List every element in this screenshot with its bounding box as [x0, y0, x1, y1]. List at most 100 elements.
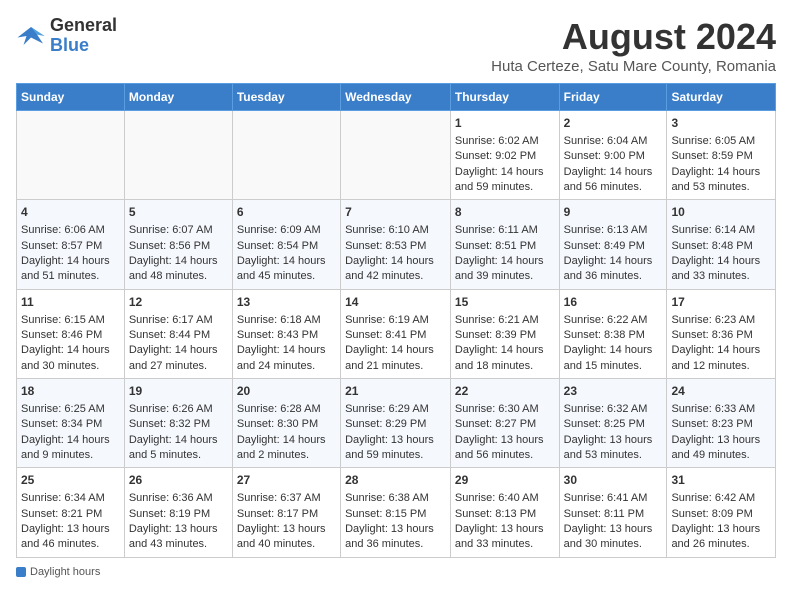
- calendar-cell: 13Sunrise: 6:18 AMSunset: 8:43 PMDayligh…: [232, 289, 340, 378]
- calendar-cell: 20Sunrise: 6:28 AMSunset: 8:30 PMDayligh…: [232, 379, 340, 468]
- day-info: Sunset: 8:57 PM: [21, 239, 120, 254]
- day-info: Sunrise: 6:21 AM: [455, 313, 555, 328]
- day-info: Sunset: 8:21 PM: [21, 507, 120, 522]
- calendar-cell: 8 Sunrise: 6:11 AMSunset: 8:51 PMDaylight…: [450, 200, 559, 289]
- day-number: 23: [564, 383, 663, 400]
- day-info: Sunrise: 6:09 AM: [237, 223, 336, 238]
- calendar-cell: 31Sunrise: 6:42 AMSunset: 8:09 PMDayligh…: [667, 468, 776, 557]
- day-number: 3: [671, 115, 771, 132]
- day-number: 27: [237, 472, 336, 489]
- calendar-body: 1 Sunrise: 6:02 AMSunset: 9:02 PM Daylight…: [17, 111, 776, 558]
- day-number: 4: [21, 204, 120, 221]
- calendar-cell: [17, 111, 125, 200]
- calendar-cell: 11Sunrise: 6:15 AMSunset: 8:46 PMDayligh…: [17, 289, 125, 378]
- calendar-cell: 4 Sunrise: 6:06 AMSunset: 8:57 PMDaylight…: [17, 200, 125, 289]
- day-info: Sunset: 8:27 PM: [455, 417, 555, 432]
- day-info: Sunrise: 6:02 AM: [455, 134, 555, 149]
- day-number: 6: [237, 204, 336, 221]
- page-header: General Blue August 2024 Huta Certeze, S…: [16, 16, 776, 75]
- day-info: Sunrise: 6:33 AM: [671, 402, 771, 417]
- footer-label: Daylight hours: [30, 566, 100, 578]
- day-info: Sunset: 8:48 PM: [671, 239, 771, 254]
- day-info: Sunrise: 6:40 AM: [455, 491, 555, 506]
- day-info: Daylight: 13 hours and 26 minutes.: [671, 522, 771, 553]
- day-info: Sunrise: 6:26 AM: [129, 402, 228, 417]
- day-info: Sunrise: 6:18 AM: [237, 313, 336, 328]
- day-info: Sunrise: 6:17 AM: [129, 313, 228, 328]
- calendar-cell: 26Sunrise: 6:36 AMSunset: 8:19 PMDayligh…: [124, 468, 232, 557]
- day-info: Daylight: 13 hours and 56 minutes.: [455, 433, 555, 464]
- calendar-cell: [232, 111, 340, 200]
- day-info: Sunrise: 6:04 AM: [564, 134, 663, 149]
- day-number: 9: [564, 204, 663, 221]
- day-info: Daylight: 14 hours and 51 minutes.: [21, 254, 120, 285]
- day-info: Sunset: 8:29 PM: [345, 417, 446, 432]
- day-info: Sunset: 8:17 PM: [237, 507, 336, 522]
- calendar-cell: 17Sunrise: 6:23 AMSunset: 8:36 PMDayligh…: [667, 289, 776, 378]
- day-info: Sunrise: 6:23 AM: [671, 313, 771, 328]
- day-info: Sunrise: 6:36 AM: [129, 491, 228, 506]
- day-info: Sunrise: 6:06 AM: [21, 223, 120, 238]
- day-number: 7: [345, 204, 446, 221]
- day-info: Sunset: 8:30 PM: [237, 417, 336, 432]
- day-info: Sunset: 8:51 PM: [455, 239, 555, 254]
- day-info: Daylight: 14 hours and 9 minutes.: [21, 433, 120, 464]
- day-number: 24: [671, 383, 771, 400]
- day-number: 12: [129, 294, 228, 311]
- day-number: 25: [21, 472, 120, 489]
- day-info: Sunset: 9:02 PM: [455, 149, 555, 164]
- day-header-thursday: Thursday: [450, 84, 559, 111]
- day-info: Daylight: 14 hours and 27 minutes.: [129, 343, 228, 374]
- day-info: Daylight: 14 hours and 53 minutes.: [671, 165, 771, 196]
- week-row-4: 18Sunrise: 6:25 AMSunset: 8:34 PMDayligh…: [17, 379, 776, 468]
- day-number: 8: [455, 204, 555, 221]
- week-row-5: 25Sunrise: 6:34 AMSunset: 8:21 PMDayligh…: [17, 468, 776, 557]
- week-row-2: 4Sunrise: 6:06 AMSunset: 8:57 PMDaylight…: [17, 200, 776, 289]
- day-info: Daylight: 13 hours and 43 minutes.: [129, 522, 228, 553]
- day-number: 31: [671, 472, 771, 489]
- calendar-cell: 14Sunrise: 6:19 AMSunset: 8:41 PMDayligh…: [341, 289, 451, 378]
- day-info: Daylight: 13 hours and 30 minutes.: [564, 522, 663, 553]
- logo: General Blue: [16, 16, 117, 56]
- day-info: Sunset: 8:56 PM: [129, 239, 228, 254]
- day-info: Daylight: 14 hours and 24 minutes.: [237, 343, 336, 374]
- day-info: Sunset: 8:54 PM: [237, 239, 336, 254]
- calendar-cell: 23Sunrise: 6:32 AMSunset: 8:25 PMDayligh…: [559, 379, 667, 468]
- calendar-cell: 7Sunrise: 6:10 AMSunset: 8:53 PMDaylight…: [341, 200, 451, 289]
- day-info: Sunrise: 6:11 AM: [455, 223, 555, 238]
- day-info: Daylight: 14 hours and 36 minutes.: [564, 254, 663, 285]
- day-info: Daylight: 14 hours and 18 minutes.: [455, 343, 555, 374]
- day-info: Sunset: 8:13 PM: [455, 507, 555, 522]
- day-number: 15: [455, 294, 555, 311]
- day-number: 29: [455, 472, 555, 489]
- day-info: Daylight: 14 hours and 56 minutes.: [564, 165, 663, 196]
- day-info: Daylight: 14 hours and 39 minutes.: [455, 254, 555, 285]
- day-header-saturday: Saturday: [667, 84, 776, 111]
- day-info: Sunrise: 6:19 AM: [345, 313, 446, 328]
- calendar-cell: 16Sunrise: 6:22 AMSunset: 8:38 PMDayligh…: [559, 289, 667, 378]
- calendar-cell: 22Sunrise: 6:30 AMSunset: 8:27 PMDayligh…: [450, 379, 559, 468]
- calendar-cell: 28Sunrise: 6:38 AMSunset: 8:15 PMDayligh…: [341, 468, 451, 557]
- calendar-table: SundayMondayTuesdayWednesdayThursdayFrid…: [16, 83, 776, 558]
- day-info: Sunrise: 6:13 AM: [564, 223, 663, 238]
- day-info: Sunset: 8:36 PM: [671, 328, 771, 343]
- calendar-cell: 2Sunrise: 6:04 AMSunset: 9:00 PMDaylight…: [559, 111, 667, 200]
- day-number: 11: [21, 294, 120, 311]
- day-info: Sunrise: 6:37 AM: [237, 491, 336, 506]
- calendar-header: SundayMondayTuesdayWednesdayThursdayFrid…: [17, 84, 776, 111]
- logo-icon: [16, 21, 46, 51]
- day-number: 1: [455, 115, 555, 132]
- day-header-tuesday: Tuesday: [232, 84, 340, 111]
- day-number: 2: [564, 115, 663, 132]
- day-info: Daylight: 13 hours and 46 minutes.: [21, 522, 120, 553]
- calendar-cell: 29Sunrise: 6:40 AMSunset: 8:13 PMDayligh…: [450, 468, 559, 557]
- day-number: 26: [129, 472, 228, 489]
- day-info: Daylight: 13 hours and 49 minutes.: [671, 433, 771, 464]
- day-info: Sunrise: 6:25 AM: [21, 402, 120, 417]
- title-block: August 2024 Huta Certeze, Satu Mare Coun…: [491, 16, 776, 75]
- day-header-friday: Friday: [559, 84, 667, 111]
- day-header-wednesday: Wednesday: [341, 84, 451, 111]
- calendar-cell: 19Sunrise: 6:26 AMSunset: 8:32 PMDayligh…: [124, 379, 232, 468]
- day-info: Daylight: 13 hours and 36 minutes.: [345, 522, 446, 553]
- day-info: Sunrise: 6:42 AM: [671, 491, 771, 506]
